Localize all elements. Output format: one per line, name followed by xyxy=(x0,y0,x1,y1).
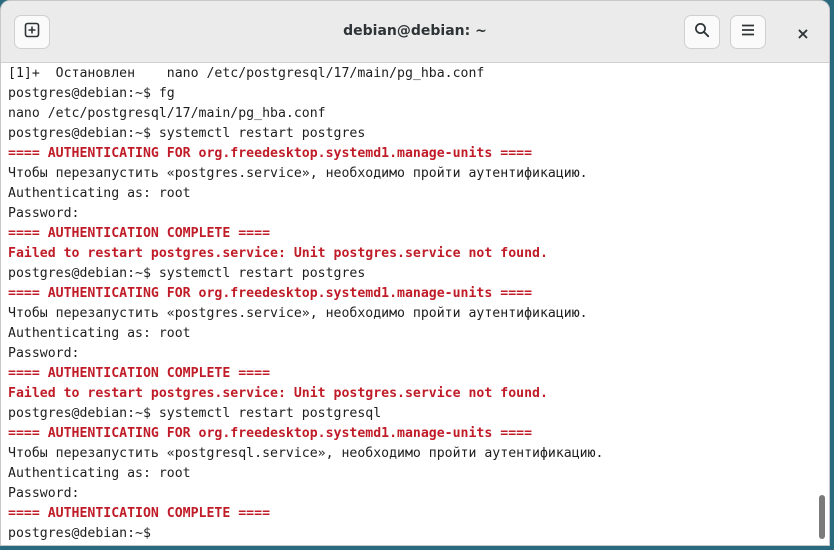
terminal-line: postgres@debian:~$ systemctl restart pos… xyxy=(8,266,366,281)
terminal-line-error: ==== AUTHENTICATING FOR org.freedesktop.… xyxy=(8,146,533,161)
close-icon: × xyxy=(796,23,810,43)
terminal-line: postgres@debian:~$ xyxy=(8,526,159,541)
terminal-line: Чтобы перезапустить «postgres.service», … xyxy=(8,166,588,181)
terminal-line-error: Failed to restart postgres.service: Unit… xyxy=(8,386,548,401)
search-button[interactable] xyxy=(684,15,720,49)
terminal-line-error: ==== AUTHENTICATING FOR org.freedesktop.… xyxy=(8,286,533,301)
terminal-window: debian@debian: ~ × [1]+ Остановлен nano … xyxy=(0,0,830,546)
terminal-line: [1]+ Остановлен nano /etc/postgresql/17/… xyxy=(8,66,485,81)
terminal-line: Password: xyxy=(8,206,80,221)
close-button[interactable]: × xyxy=(791,21,815,45)
terminal-line: nano /etc/postgresql/17/main/pg_hba.conf xyxy=(8,106,326,121)
scrollbar-thumb[interactable] xyxy=(819,495,825,539)
menu-button[interactable] xyxy=(730,15,766,49)
terminal-line: postgres@debian:~$ systemctl restart pos… xyxy=(8,126,366,141)
hamburger-menu-icon xyxy=(740,22,756,42)
title-bar[interactable]: debian@debian: ~ × xyxy=(1,1,829,63)
terminal-line-error: ==== AUTHENTICATING FOR org.freedesktop.… xyxy=(8,426,533,441)
terminal-line: postgres@debian:~$ fg xyxy=(8,86,175,101)
terminal-line: Чтобы перезапустить «postgresql.service»… xyxy=(8,446,604,461)
terminal-line-error: Failed to restart postgres.service: Unit… xyxy=(8,246,548,261)
terminal-line: Authenticating as: root xyxy=(8,186,191,201)
terminal-line: postgres@debian:~$ systemctl restart pos… xyxy=(8,406,382,421)
scrollbar[interactable] xyxy=(813,63,825,545)
terminal-line: Password: xyxy=(8,346,80,361)
terminal-line: Authenticating as: root xyxy=(8,326,191,341)
terminal-line: Чтобы перезапустить «postgres.service», … xyxy=(8,306,588,321)
terminal-line-error: ==== AUTHENTICATION COMPLETE ==== xyxy=(8,226,271,241)
terminal-line: Authenticating as: root xyxy=(8,466,191,481)
terminal-line: Password: xyxy=(8,486,80,501)
terminal-line-error: ==== AUTHENTICATION COMPLETE ==== xyxy=(8,506,271,521)
search-icon xyxy=(694,22,710,42)
terminal-output[interactable]: [1]+ Остановлен nano /etc/postgresql/17/… xyxy=(1,63,811,545)
terminal-line-error: ==== AUTHENTICATION COMPLETE ==== xyxy=(8,366,271,381)
